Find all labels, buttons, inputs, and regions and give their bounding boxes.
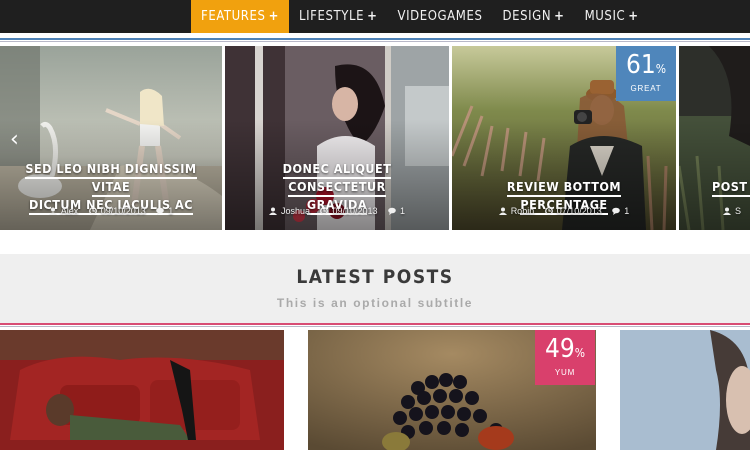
slide-meta: Joshua 09/10/2013 1 [225, 206, 449, 216]
slide-meta: Alex 09/10/2013 1 [0, 206, 222, 216]
comment-icon [156, 207, 165, 215]
nav-item-design[interactable]: DESIGN + [492, 0, 574, 33]
slide-title[interactable]: POST R [679, 178, 750, 197]
clock-icon [88, 207, 97, 215]
date-meta: 07/10/2013 [544, 206, 602, 216]
post-card[interactable] [620, 330, 750, 450]
nav-item-label: FEATURES [201, 9, 266, 24]
user-icon [723, 207, 731, 215]
author-meta[interactable]: Robin [498, 206, 534, 216]
comments-meta[interactable]: 1 [156, 206, 173, 216]
author-meta[interactable]: S [723, 206, 741, 216]
nav-item-videogames[interactable]: VIDEOGAMES [387, 0, 492, 33]
clock-icon [320, 207, 329, 215]
plus-icon: + [268, 9, 279, 24]
main-nav: FEATURES + LIFESTYLE + VIDEOGAMES DESIGN + … [0, 0, 750, 33]
comments-meta[interactable]: 1 [612, 206, 629, 216]
date-meta: 09/10/2013 [320, 206, 378, 216]
author-meta[interactable]: Alex [48, 206, 78, 216]
slider-slide[interactable]: SED LEO NIBH DIGNISSIM VITAE DICTUM NEC I… [0, 46, 222, 230]
nav-item-label: MUSIC [584, 9, 626, 24]
user-icon [48, 207, 57, 215]
nav-divider-thin [0, 41, 750, 42]
slider-slide[interactable]: 61% GREAT REVIEW BOTTOM PERCENTAGE Robin… [452, 46, 676, 230]
date-meta: 09/10/2013 [88, 206, 146, 216]
user-icon [268, 207, 277, 215]
post-card[interactable]: 49% YUM [308, 330, 596, 450]
slide-meta: Robin 07/10/2013 1 [452, 206, 676, 216]
clock-icon [544, 207, 553, 215]
comments-meta[interactable]: 1 [388, 206, 405, 216]
plus-icon: + [554, 9, 565, 24]
review-score-badge: 49% YUM [535, 330, 595, 385]
review-score-badge: 61% GREAT [616, 46, 676, 101]
comment-icon [612, 207, 621, 215]
latest-posts-header [0, 254, 750, 324]
slide-meta: S [679, 206, 750, 216]
user-icon [498, 207, 507, 215]
section-title: LATEST POSTS [296, 266, 454, 288]
chevron-left-icon[interactable]: ‹ [10, 127, 19, 152]
plus-icon: + [367, 9, 378, 24]
post-photo-sofa [0, 330, 284, 450]
nav-divider [0, 38, 750, 40]
nav-item-label: LIFESTYLE [298, 9, 365, 24]
slider-slide[interactable]: DONEC ALIQUET CONSECTETUR GRAVIDA Joshua … [225, 46, 449, 230]
nav-item-label: VIDEOGAMES [397, 9, 483, 24]
nav-item-features[interactable]: FEATURES + [191, 0, 289, 33]
section-subtitle: This is an optional subtitle [276, 296, 474, 310]
post-photo-portrait [620, 330, 750, 450]
section-divider [0, 323, 750, 325]
author-meta[interactable]: Joshua [268, 206, 310, 216]
section-divider-thin [0, 326, 750, 327]
nav-item-music[interactable]: MUSIC + [575, 0, 649, 33]
post-card[interactable] [0, 330, 284, 450]
slider-slide[interactable]: POST R S [679, 46, 750, 230]
nav-menu: FEATURES + LIFESTYLE + VIDEOGAMES DESIGN + … [191, 0, 649, 33]
comment-icon [388, 207, 396, 215]
nav-item-label: DESIGN [502, 9, 552, 24]
nav-item-lifestyle[interactable]: LIFESTYLE + [289, 0, 388, 33]
plus-icon: + [628, 9, 639, 24]
slide-overlay [679, 46, 750, 230]
